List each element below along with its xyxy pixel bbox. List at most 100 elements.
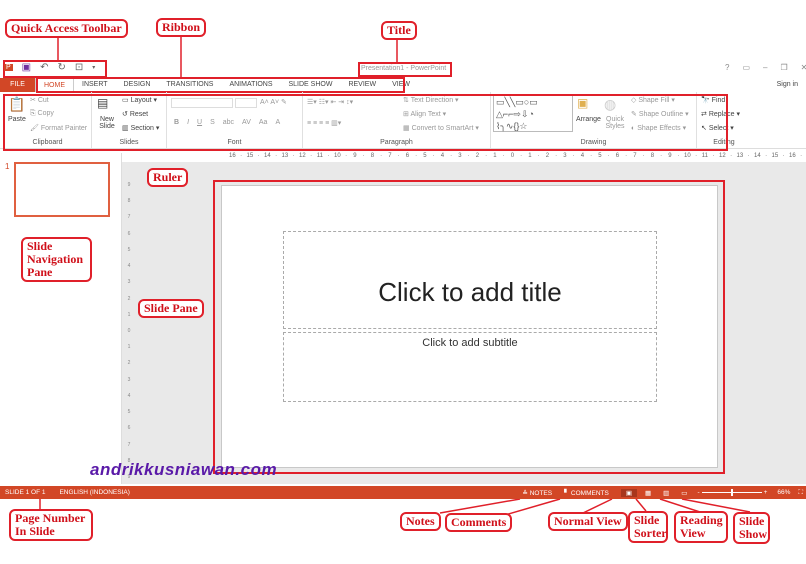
minimize-icon[interactable]: – <box>763 63 767 72</box>
ruler-tick: · <box>275 153 278 159</box>
slide-pane-highlight <box>213 180 725 474</box>
annotation-slide-show: Slide Show <box>733 512 770 544</box>
annotation-quick-access-toolbar: Quick Access Toolbar <box>5 19 128 38</box>
ruler-tick: · <box>730 153 733 159</box>
vruler-tick-label: 6 <box>127 230 131 237</box>
vruler-tick-label: 0 <box>127 327 131 334</box>
ruler-tick-label: 9 <box>668 153 672 159</box>
fit-slide-icon[interactable]: ⛶ <box>798 489 803 497</box>
ruler-tick: · <box>485 153 488 159</box>
ruler-tick: · <box>327 153 330 159</box>
ruler-tick-label: 3 <box>458 153 462 159</box>
ruler-tick: · <box>677 153 680 159</box>
quick-access-toolbar: P ▣ ↶ ↻ ⊡ ▾ <box>4 62 95 73</box>
ruler-tick-label: 7 <box>388 153 392 159</box>
ruler-tick: · <box>572 153 575 159</box>
restore-icon[interactable]: ❐ <box>780 63 787 72</box>
redo-icon[interactable]: ↻ <box>58 62 66 73</box>
ruler-tick: · <box>380 153 383 159</box>
undo-icon[interactable]: ↶ <box>40 62 48 73</box>
vruler-tick-label: 5 <box>127 409 131 416</box>
ruler-tick-label: 5 <box>423 153 427 159</box>
ruler-tick-label: 12 <box>299 153 306 159</box>
ruler-tick-label: 10 <box>684 153 691 159</box>
ruler-tick-label: 8 <box>650 153 655 159</box>
ruler-tick: · <box>747 153 750 159</box>
ruler-tick-label: 5 <box>598 153 602 159</box>
ruler-tick: · <box>660 153 663 159</box>
ruler-tick: · <box>240 153 243 159</box>
ruler-tick: · <box>432 153 435 159</box>
ruler-tick: · <box>555 153 558 159</box>
ruler-tick: · <box>310 153 313 159</box>
vruler-tick-label: 3 <box>127 376 131 383</box>
vruler-tick-label: 8 <box>127 198 131 205</box>
ruler-tick-label: 3 <box>563 153 567 159</box>
ruler-tick: · <box>257 153 260 159</box>
ribbon-highlight <box>3 94 728 151</box>
normal-view-icon[interactable]: ▣ <box>620 488 637 497</box>
sign-in-link[interactable]: Sign in <box>769 78 806 92</box>
ruler-tick: · <box>607 153 610 159</box>
annotation-ruler: Ruler <box>147 168 189 187</box>
ruler-tick: · <box>695 153 698 159</box>
ruler-tick: · <box>712 153 715 159</box>
annotation-notes: Notes <box>400 512 441 531</box>
zoom-level[interactable]: 66% <box>777 489 790 496</box>
ruler-tick: · <box>520 153 523 159</box>
notes-label: NOTES <box>529 489 553 497</box>
slide-show-icon[interactable]: ▭ <box>681 489 687 497</box>
close-icon[interactable]: ✕ <box>801 63 806 72</box>
vertical-ruler[interactable]: 9876543210123456789 <box>125 182 133 480</box>
zoom-slider[interactable]: - + <box>697 489 767 496</box>
comments-label: COMMENTS <box>570 489 609 497</box>
annotation-reading-view: Reading View <box>674 511 728 543</box>
ruler-tick-label: 2 <box>475 153 480 159</box>
vruler-tick-label: 4 <box>127 263 131 270</box>
slide-sorter-icon[interactable]: ▦ <box>645 489 651 497</box>
vruler-tick-label: 1 <box>127 311 131 318</box>
vruler-tick-label: 3 <box>127 279 131 286</box>
slide-thumbnail[interactable] <box>14 162 110 217</box>
ruler-tick-label: 11 <box>701 153 708 159</box>
language[interactable]: ENGLISH (INDONESIA) <box>59 489 129 496</box>
ruler-tick: · <box>502 153 505 159</box>
ruler-tick-label: 12 <box>719 153 726 159</box>
status-bar: SLIDE 1 OF 1 ENGLISH (INDONESIA) ≙ NOTES… <box>0 486 806 499</box>
ruler-tick: · <box>800 153 803 159</box>
slide-number: 1 <box>5 162 10 171</box>
ruler-tick: · <box>642 153 645 159</box>
ruler-tick-label: 14 <box>264 153 271 159</box>
ribbon-display-icon[interactable]: ▭ <box>742 63 750 72</box>
ruler-tick: · <box>345 153 348 159</box>
window-title: Presentation1 - PowerPoint <box>361 65 447 72</box>
comments-button[interactable]: ▘ COMMENTS <box>564 489 609 497</box>
watermark: andrikkusniawan.com <box>90 460 278 479</box>
ruler-tick-label: 0 <box>510 153 515 159</box>
start-slideshow-icon[interactable]: ⊡ <box>75 62 83 73</box>
reading-view-icon[interactable]: ▥ <box>663 489 669 497</box>
vruler-tick-label: 4 <box>127 392 131 399</box>
powerpoint-logo-icon: P <box>4 64 13 71</box>
save-icon[interactable]: ▣ <box>22 62 31 73</box>
ruler-tick-label: 11 <box>316 153 323 159</box>
ruler-tick-label: 9 <box>353 153 357 159</box>
ruler-tick-label: 15 <box>771 153 779 159</box>
ruler-tick-label: 4 <box>440 153 445 159</box>
ruler-tick-label: 1 <box>528 153 532 159</box>
annotation-ribbon: Ribbon <box>156 18 207 37</box>
help-icon[interactable]: ? <box>725 63 729 72</box>
ruler-tick-label: 4 <box>580 153 585 159</box>
vruler-tick-label: 7 <box>127 441 131 448</box>
tab-file[interactable]: FILE <box>0 78 35 92</box>
horizontal-ruler[interactable]: 16 · 15 · 14 · 13 · 12 · 11 · 10 · 9 · 8 · 7 · 6 · 5 · 4 · 3 · 2 · 1 · 0… <box>228 153 806 162</box>
ruler-tick-label: 15 <box>246 153 254 159</box>
notes-button[interactable]: ≙ NOTES <box>522 489 552 497</box>
ruler-tick: · <box>765 153 768 159</box>
ruler-tick-label: 10 <box>334 153 341 159</box>
ruler-tick: · <box>362 153 365 159</box>
customize-qat-icon[interactable]: ▾ <box>92 64 95 71</box>
ruler-tick-label: 8 <box>370 153 375 159</box>
ruler-tick-label: 6 <box>615 153 620 159</box>
annotation-page-number: Page Number In Slide <box>9 509 93 541</box>
